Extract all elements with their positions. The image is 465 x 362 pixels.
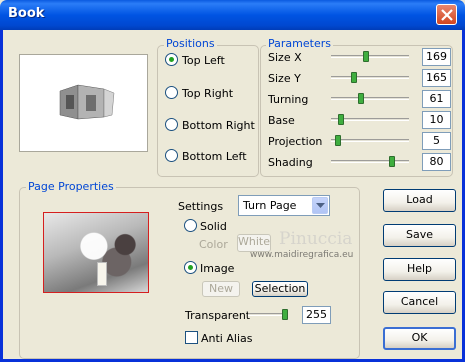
param-value-field-base[interactable]: 10 <box>422 111 451 129</box>
param-label-size-x: Size X <box>268 51 302 64</box>
settings-dropdown[interactable]: Turn Page <box>238 195 330 216</box>
color-label: Color <box>199 238 228 251</box>
param-value-field-size-y[interactable]: 165 <box>422 69 451 87</box>
radio-top-right[interactable] <box>165 86 178 99</box>
radio-solid-label: Solid <box>200 220 227 233</box>
cancel-button[interactable]: Cancel <box>383 291 456 314</box>
param-slider-track-size-y[interactable] <box>331 76 409 79</box>
help-button-label: Help <box>406 262 433 275</box>
settings-dropdown-value: Turn Page <box>243 199 297 212</box>
color-button-label: White <box>238 235 270 248</box>
settings-dropdown-arrow[interactable] <box>312 197 328 214</box>
param-value-field-turning[interactable]: 61 <box>422 90 451 108</box>
param-slider-thumb-base[interactable] <box>338 114 345 125</box>
radio-top-left-label: Top Left <box>182 54 225 67</box>
ok-button[interactable]: OK <box>383 327 456 350</box>
transparent-slider-thumb[interactable] <box>282 309 288 320</box>
watermark-name: Pinuccia <box>279 229 353 249</box>
radio-top-left[interactable] <box>165 53 178 66</box>
help-button[interactable]: Help <box>383 258 456 281</box>
param-label-shading: Shading <box>268 156 313 169</box>
param-slider-thumb-size-y[interactable] <box>351 72 358 83</box>
window-title: Book <box>8 6 45 21</box>
param-slider-thumb-size-x[interactable] <box>363 51 370 62</box>
book-preview-image <box>59 84 115 120</box>
param-label-size-y: Size Y <box>268 72 301 85</box>
param-value-field-size-x[interactable]: 169 <box>422 48 451 66</box>
param-label-base: Base <box>268 114 295 127</box>
load-button[interactable]: Load <box>383 189 456 212</box>
param-slider-track-turning[interactable] <box>331 97 409 100</box>
chevron-down-icon <box>316 203 325 208</box>
param-slider-thumb-turning[interactable] <box>358 93 365 104</box>
param-label-projection: Projection <box>268 135 323 148</box>
positions-group-label: Positions <box>164 37 217 50</box>
new-button[interactable]: New <box>202 281 240 297</box>
save-button[interactable]: Save <box>383 224 456 247</box>
close-button[interactable] <box>436 4 457 25</box>
title-bar: Book <box>0 0 465 30</box>
param-label-turning: Turning <box>268 93 309 106</box>
ok-button-label: OK <box>411 331 428 344</box>
close-icon <box>441 9 453 21</box>
radio-bottom-left-label: Bottom Left <box>182 150 247 163</box>
new-button-label: New <box>209 282 233 295</box>
transparent-label: Transparent <box>185 309 251 322</box>
radio-solid[interactable] <box>184 219 197 232</box>
param-value-field-projection[interactable]: 5 <box>422 132 451 150</box>
page-properties-group-label: Page Properties <box>26 180 116 193</box>
anti-alias-checkbox[interactable] <box>185 331 198 344</box>
param-slider-thumb-projection[interactable] <box>334 135 341 146</box>
cancel-button-label: Cancel <box>400 295 439 308</box>
param-slider-track-projection[interactable] <box>331 139 409 142</box>
anti-alias-label: Anti Alias <box>201 332 253 345</box>
selection-button[interactable]: Selection <box>252 281 308 297</box>
param-slider-thumb-shading[interactable] <box>388 156 395 167</box>
radio-image-label: Image <box>200 262 235 275</box>
transparent-value-field[interactable]: 255 <box>302 306 331 324</box>
save-button-label: Save <box>405 228 433 241</box>
radio-bottom-left[interactable] <box>165 149 178 162</box>
watermark-url: www.maidiregrafica.eu <box>250 250 354 260</box>
param-slider-track-shading[interactable] <box>331 160 409 163</box>
radio-bottom-right-label: Bottom Right <box>182 119 255 132</box>
radio-bottom-right[interactable] <box>165 118 178 131</box>
param-slider-track-size-x[interactable] <box>331 55 409 58</box>
page-image-preview <box>43 212 149 293</box>
radio-image[interactable] <box>184 261 197 274</box>
parameters-group-label: Parameters <box>266 37 333 50</box>
preview-panel <box>19 54 148 152</box>
param-value-field-shading[interactable]: 80 <box>422 153 451 171</box>
load-button-label: Load <box>406 193 433 206</box>
settings-label: Settings <box>178 200 224 213</box>
candle-decoration <box>97 262 107 286</box>
radio-top-right-label: Top Right <box>182 87 234 100</box>
selection-button-label: Selection <box>254 282 306 295</box>
